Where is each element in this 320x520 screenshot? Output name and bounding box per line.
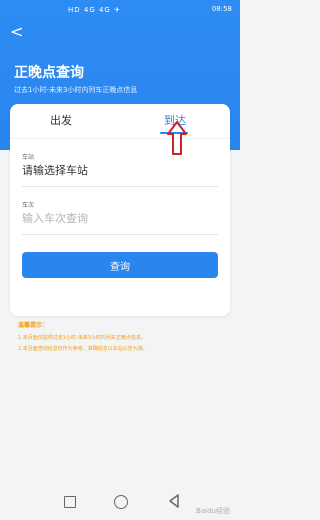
back-nav-icon[interactable] — [168, 494, 180, 508]
annotation-arrow-icon — [167, 121, 187, 155]
back-icon[interactable]: < — [10, 22, 23, 41]
tips-line-2: 2.本页面查询信息仅作为参考，准确信息以车站公告为准。 — [18, 346, 148, 352]
recent-apps-icon[interactable] — [64, 496, 76, 508]
tips-line-1: 1.本页面仅提供过去1小时-未来3小时内列车正晚点信息。 — [18, 335, 146, 341]
watermark: Baidu经验 — [196, 507, 230, 515]
page-title: 正晚点查询 — [14, 65, 84, 81]
station-field[interactable]: 请输选择车站 — [22, 162, 218, 184]
query-card: 出发 到达 车站 请输选择车站 车次 输入车次查询 查询 — [10, 104, 230, 316]
station-label: 车站 — [22, 154, 35, 161]
system-nav-bar: Baidu经验 — [0, 486, 240, 520]
network-indicators: HD 4G 4G ✈ — [68, 6, 121, 14]
status-time: 08:58 — [211, 5, 232, 13]
tips-title: 温馨提示： — [18, 322, 49, 329]
query-button[interactable]: 查询 — [22, 252, 218, 278]
station-underline — [22, 186, 218, 187]
tab-depart[interactable]: 出发 — [50, 112, 72, 128]
tab-divider — [10, 138, 230, 139]
train-label: 车次 — [22, 202, 35, 209]
train-underline — [22, 234, 218, 235]
tips-section: 温馨提示： 1.本页面仅提供过去1小时-未来3小时内列车正晚点信息。 2.本页面… — [18, 320, 228, 356]
home-icon[interactable] — [114, 495, 128, 509]
train-input[interactable]: 输入车次查询 — [22, 210, 218, 232]
status-bar: HD 4G 4G ✈ 08:58 — [0, 0, 240, 20]
page-subtitle: 过去1小时-未来3小时内列车正晚点信息 — [14, 86, 138, 94]
